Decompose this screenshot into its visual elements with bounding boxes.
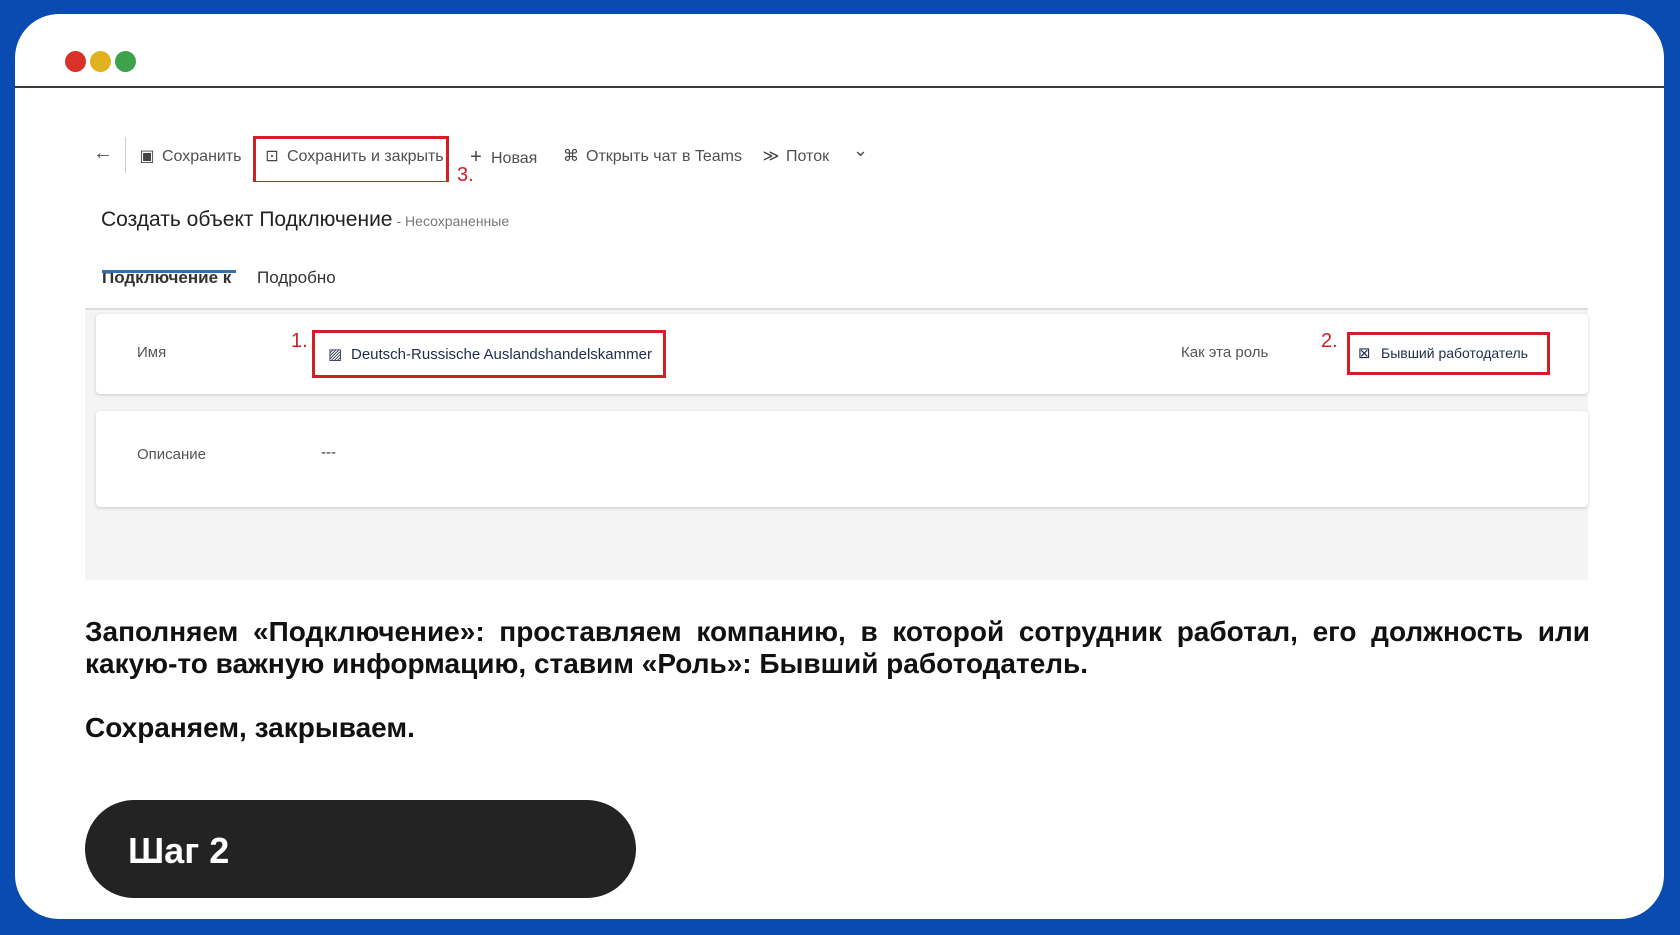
name-field-label: Имя xyxy=(137,344,167,361)
annotation-step-1: 1. xyxy=(291,330,308,352)
unsaved-status: - Несохраненные xyxy=(396,213,510,229)
name-role-section: Имя ▨ Deutsch-Russische Auslandshandelska… xyxy=(96,314,1588,394)
role-lookup-value[interactable]: ⊠ Бывший работодатель xyxy=(1358,344,1528,362)
window-titlebar xyxy=(15,14,1664,88)
teams-label: Открыть чат в Teams xyxy=(586,148,743,165)
maximize-window-dot[interactable] xyxy=(115,51,136,72)
step-label: Шаг 2 xyxy=(128,830,230,871)
teams-icon: ⌘ xyxy=(563,148,579,165)
instruction-save-close: Сохраняем, закрываем. xyxy=(85,712,415,743)
new-button[interactable]: + Новая xyxy=(467,146,537,169)
back-button[interactable]: ← xyxy=(93,142,113,165)
minimize-window-dot[interactable] xyxy=(90,51,111,72)
crm-screenshot: ← ▣ Сохранить ⊡ Сохранить и закрыть + Новая… xyxy=(85,124,1588,580)
role-icon: ⊠ xyxy=(1358,345,1371,362)
name-lookup-value[interactable]: ▨ Deutsch-Russische Auslandshandelskammer xyxy=(328,345,652,363)
save-icon: ▣ xyxy=(139,148,155,165)
role-lookup-text: Бывший работодатель xyxy=(1381,345,1528,361)
role-field-label: Как эта роль xyxy=(1181,344,1269,361)
save-button[interactable]: ▣ Сохранить xyxy=(138,146,242,166)
save-label: Сохранить xyxy=(162,148,242,165)
description-section: Описание --- xyxy=(96,411,1588,507)
account-icon: ▨ xyxy=(328,346,343,363)
name-lookup-text: Deutsch-Russische Auslandshandelskammer xyxy=(351,346,652,363)
page-title: Создать объект Подключение - Несохраненны… xyxy=(101,208,509,232)
tab-details[interactable]: Подробно xyxy=(257,268,336,288)
slide-card: ← ▣ Сохранить ⊡ Сохранить и закрыть + Новая… xyxy=(15,14,1664,919)
highlight-save-and-close xyxy=(253,136,449,184)
active-tab-indicator xyxy=(102,270,236,273)
annotation-step-2: 2. xyxy=(1321,330,1338,352)
new-label: Новая xyxy=(491,150,538,167)
close-window-dot[interactable] xyxy=(65,51,86,72)
form-header: Создать объект Подключение - Несохраненны… xyxy=(85,182,1588,310)
flow-button[interactable]: ≫ Поток xyxy=(762,146,829,166)
toolbar-divider xyxy=(125,137,126,173)
flow-label: Поток xyxy=(786,148,830,165)
description-field-value[interactable]: --- xyxy=(321,444,336,461)
step-badge: Шаг 2 xyxy=(85,800,636,898)
instruction-paragraph: Заполняем «Подключение»: проставляем ком… xyxy=(85,616,1590,679)
record-title: Создать объект Подключение xyxy=(101,208,393,231)
chevron-down-icon[interactable]: ⌄ xyxy=(853,140,868,161)
description-field-label: Описание xyxy=(137,446,207,463)
open-teams-chat-button[interactable]: ⌘ Открыть чат в Teams xyxy=(562,146,742,166)
flow-icon: ≫ xyxy=(762,148,780,165)
